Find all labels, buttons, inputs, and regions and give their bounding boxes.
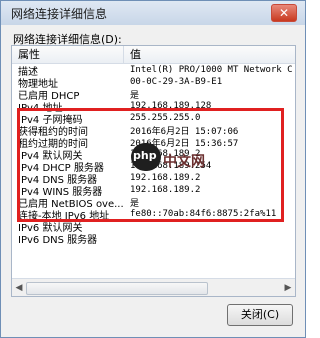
property-name: 连接-本地 IPv6 地址 [18,210,110,221]
title-bar: 网络连接详细信息 ✕ [1,1,305,25]
list-item[interactable]: IPv4 WINS 服务器 192.168.189.2 [12,184,295,196]
property-name: 租约过期的时间 [18,138,88,149]
list-item[interactable]: 获得租约的时间 2016年6月2日 15:07:06 [12,124,295,137]
property-value: 是 [130,198,140,209]
column-header-value[interactable]: 值 [124,46,295,63]
property-name: 获得租约的时间 [18,126,88,137]
property-name: IPv4 DNS 服务器 [18,174,98,185]
property-name: 已启用 NetBIOS ove... [18,198,124,209]
list-item[interactable]: IPv4 地址 192.168.189.128 [12,100,295,112]
watermark-logo-text: php [133,149,157,162]
property-value: 255.255.255.0 [130,113,201,123]
property-name: IPv4 地址 [18,102,63,113]
property-name: IPv6 默认网关 [18,222,83,233]
watermark: php 中文网 [131,143,205,177]
property-name: IPv4 默认网关 [18,150,83,161]
property-name: IPv4 子网掩码 [18,114,83,125]
list-item[interactable]: 已启用 NetBIOS ove... 是 [12,196,295,209]
scroll-right-arrow-icon[interactable]: ▶ [281,283,295,293]
property-value: 192.168.189.128 [130,101,212,111]
property-value: Intel(R) PRO/1000 MT Network C [130,65,293,75]
property-value: fe80::70ab:84f6:8875:2fa%11 [130,209,277,219]
scroll-track[interactable] [26,282,281,295]
property-value: 2016年6月2日 15:07:06 [130,126,239,137]
property-value: 192.168.189.2 [130,185,201,195]
watermark-logo: php [131,143,161,171]
property-name: 描述 [18,66,38,77]
watermark-text: 中文网 [163,154,205,170]
property-name: IPv4 DHCP 服务器 [18,162,104,173]
list-item[interactable]: IPv6 DNS 服务器 [12,232,295,245]
list-item[interactable]: IPv4 子网掩码 255.255.255.0 [12,112,295,124]
network-details-dialog: 网络连接详细信息 ✕ 网络连接详细信息(D): 属性 值 描述 Intel(R) … [0,0,306,338]
list-item[interactable]: 物理地址 00-0C-29-3A-B9-E1 [12,76,295,88]
close-button[interactable]: 关闭(C) [227,304,293,326]
list-item[interactable]: IPv6 默认网关 [12,220,295,233]
property-name: IPv6 DNS 服务器 [18,234,98,245]
scroll-thumb[interactable] [26,282,208,295]
property-name: 已启用 DHCP [18,90,80,101]
close-icon[interactable]: ✕ [271,4,297,22]
list-item[interactable]: 已启用 DHCP 是 [12,88,295,101]
horizontal-scrollbar[interactable]: ◀ ▶ [12,278,295,296]
property-name: 物理地址 [18,78,58,89]
column-header-property[interactable]: 属性 [12,46,124,63]
list-item[interactable]: 描述 Intel(R) PRO/1000 MT Network C [12,64,295,76]
property-name: IPv4 WINS 服务器 [18,186,103,197]
window-title: 网络连接详细信息 [11,7,108,21]
list-header: 属性 值 [12,46,295,64]
scroll-left-arrow-icon[interactable]: ◀ [12,283,26,293]
list-item[interactable]: 连接-本地 IPv6 地址 fe80::70ab:84f6:8875:2fa%11 [12,208,295,220]
property-value: 00-0C-29-3A-B9-E1 [130,77,223,87]
property-value: 是 [130,90,140,101]
